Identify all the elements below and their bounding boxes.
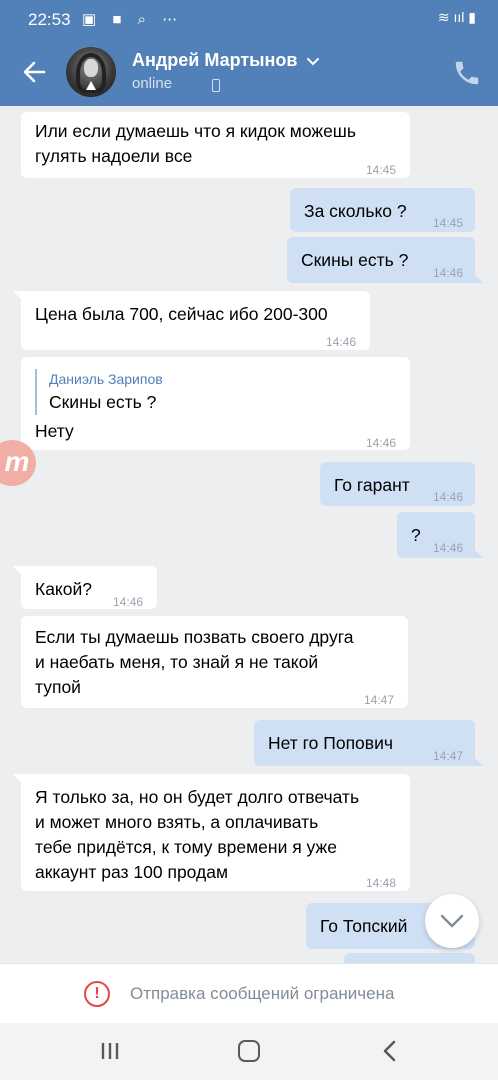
message-outgoing[interactable]: Скины есть ? 14:46	[287, 237, 483, 283]
quote-author: Даниэль Зарипов	[49, 371, 163, 387]
home-icon[interactable]	[238, 1040, 260, 1062]
message-text: Или если думаешь что я кидок можешь гулят…	[35, 121, 356, 166]
notification-icons: ▣ ■ ⌕ ⋯	[82, 11, 184, 28]
message-text: За сколько ?	[304, 201, 407, 221]
message-incoming[interactable]: Или если думаешь что я кидок можешь гулят…	[21, 112, 410, 178]
message-text: ?	[411, 525, 421, 545]
message-incoming[interactable]: Какой? 14:46	[13, 566, 157, 609]
message-text: Я только за, но он будет долго отвечать и…	[35, 787, 360, 882]
message-text: Скины есть ?	[301, 250, 409, 270]
message-outgoing[interactable]: За сколько ? 14:45	[290, 188, 475, 232]
message-text: Го Топский	[320, 916, 408, 936]
message-incoming[interactable]: Цена была 700, сейчас ибо 200-300 14:46	[13, 291, 370, 350]
status-time: 22:53	[28, 10, 71, 29]
message-text: Го гарант	[334, 475, 410, 495]
message-time: 14:46	[432, 490, 463, 504]
reply-quote[interactable]: Даниэль Зарипов Скины есть ?	[35, 369, 163, 415]
message-text: Цена была 700, сейчас ибо 200-300	[35, 304, 328, 324]
back-icon[interactable]	[380, 1039, 400, 1063]
message-time: 14:45	[365, 163, 396, 177]
scroll-down-button[interactable]	[425, 894, 479, 948]
message-time: 14:48	[365, 876, 396, 890]
message-time: 14:47	[432, 749, 463, 763]
message-time: 14:45	[432, 216, 463, 230]
chevron-down-icon[interactable]	[306, 54, 320, 72]
message-text: Какой?	[35, 579, 93, 599]
chevron-down-icon	[440, 914, 464, 928]
alert-circle-icon: !	[84, 981, 110, 1007]
message-time: 14:46	[112, 595, 143, 609]
message-text: Нету	[35, 421, 74, 441]
message-incoming[interactable]: Я только за, но он будет долго отвечать и…	[13, 774, 410, 891]
message-outgoing[interactable]: Нет го Попович 14:47	[254, 720, 483, 766]
message-text: Если ты думаешь позвать своего друга и на…	[35, 627, 354, 697]
arrow-left-icon[interactable]	[18, 54, 54, 90]
signal-battery-icons: ≋ ııl ▮	[437, 9, 476, 25]
quote-text: Скины есть ?	[49, 392, 157, 412]
message-time: 14:46	[432, 266, 463, 280]
status-bar: 22:53 ▣ ■ ⌕ ⋯ ≋ ııl ▮	[0, 0, 498, 38]
contact-status: online	[132, 75, 173, 92]
message-text: Нет го Попович	[268, 733, 393, 753]
mobile-device-icon	[212, 79, 220, 92]
message-outgoing[interactable]: Го гарант 14:46	[320, 462, 475, 506]
message-time: 14:47	[363, 693, 394, 707]
message-time: 14:46	[432, 541, 463, 555]
recent-apps-icon[interactable]	[100, 1041, 120, 1061]
message-incoming[interactable]: Если ты думаешь позвать своего друга и на…	[21, 616, 408, 708]
message-time: 14:46	[365, 436, 396, 450]
chat-header: Андрей Мартынов online	[0, 38, 498, 106]
messaging-restricted-bar: ! Отправка сообщений ограничена	[0, 963, 498, 1023]
phone-icon[interactable]	[452, 58, 482, 88]
message-time: 14:46	[325, 335, 356, 349]
avatar[interactable]	[66, 47, 116, 97]
system-nav-bar	[0, 1023, 498, 1080]
message-outgoing[interactable]: ? 14:46	[397, 512, 483, 558]
contact-name[interactable]: Андрей Мартынов	[132, 50, 297, 71]
message-incoming[interactable]: Даниэль Зарипов Скины есть ? Нету 14:46	[21, 357, 410, 450]
restriction-text: Отправка сообщений ограничена	[130, 984, 395, 1003]
